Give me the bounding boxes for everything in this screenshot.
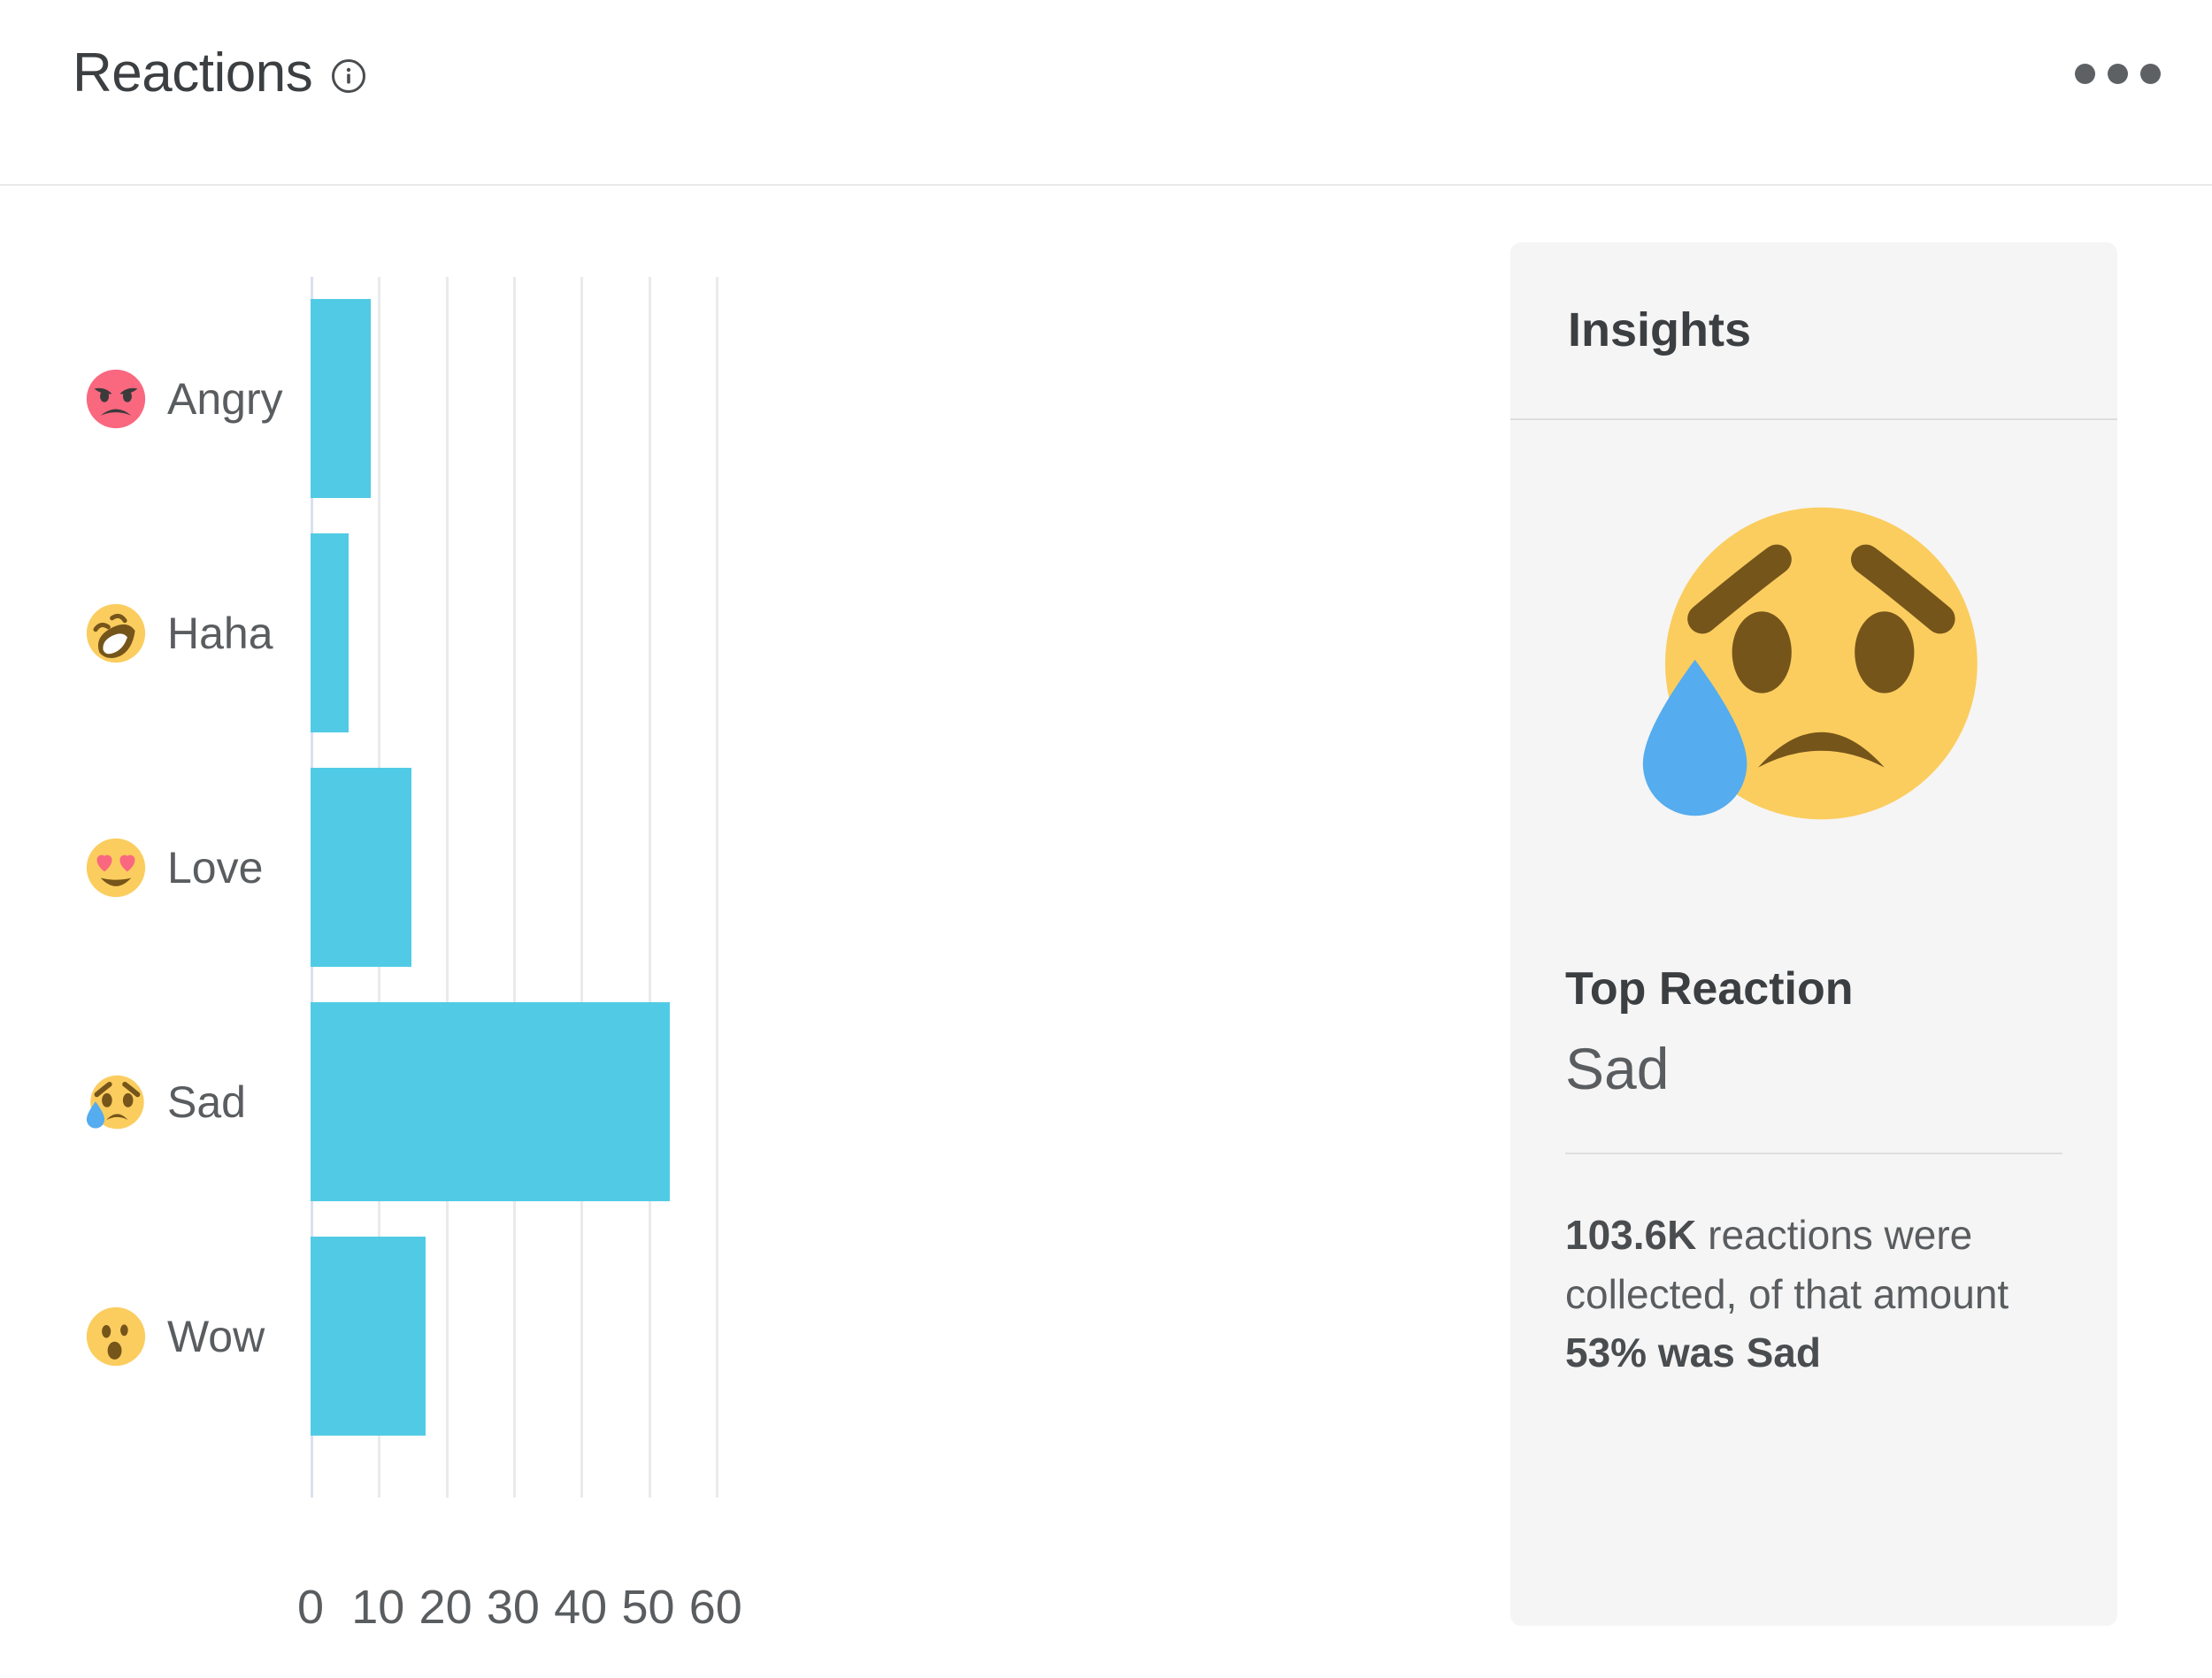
bar-sad[interactable]	[311, 1002, 670, 1201]
top-reaction-value: Sad	[1565, 1036, 1670, 1102]
insights-summary-count: 103.6K	[1565, 1212, 1697, 1259]
bar-row	[311, 299, 1397, 498]
insights-summary-highlight: 53% was Sad	[1565, 1329, 1821, 1376]
bar-row	[311, 1237, 1397, 1436]
top-reaction-label: Top Reaction	[1565, 963, 1854, 1015]
x-tick-label: 30	[486, 1581, 540, 1634]
insights-body: Top Reaction Sad 103.6K reactions were c…	[1510, 478, 2117, 1383]
x-tick-label: 10	[351, 1581, 405, 1634]
emoji-wrap	[84, 836, 148, 900]
y-label-haha: Haha	[84, 598, 273, 669]
y-label-text: Haha	[167, 608, 273, 658]
bar-haha[interactable]	[311, 533, 349, 732]
kebab-dot-3	[2140, 64, 2161, 84]
x-tick-label: 40	[554, 1581, 608, 1634]
y-label-love: Love	[84, 832, 263, 903]
bar-love[interactable]	[311, 768, 411, 967]
insights-panel: Insights Top Reaction Sad 103.6K reactio…	[1510, 242, 2117, 1626]
bar-angry[interactable]	[311, 299, 371, 498]
info-icon[interactable]	[332, 59, 366, 93]
bar-row	[311, 533, 1397, 732]
kebab-menu-icon[interactable]	[2075, 64, 2161, 84]
sad-face-emoji	[86, 1075, 144, 1129]
y-label-text: Wow	[167, 1311, 265, 1361]
bar-row	[311, 768, 1397, 967]
y-label-text: Sad	[167, 1077, 246, 1127]
x-axis-tick-labels: 0 10 20 30 40 50 60	[297, 1580, 1397, 1642]
heart-eyes-emoji	[86, 838, 146, 897]
y-label-angry: Angry	[84, 364, 283, 434]
insights-header: Insights	[1510, 242, 2117, 420]
card-header: Reactions	[0, 0, 2212, 186]
rofl-face-emoji	[86, 603, 146, 663]
kebab-dot-2	[2108, 64, 2128, 84]
emoji-wrap	[84, 1305, 148, 1368]
kebab-dot-1	[2075, 64, 2095, 84]
angry-face-emoji	[86, 369, 146, 428]
emoji-wrap	[84, 1070, 148, 1134]
header-title-wrap: Reactions	[73, 42, 366, 103]
y-label-text: Love	[167, 842, 264, 893]
insights-divider	[1565, 1153, 2062, 1155]
x-tick-label: 20	[419, 1581, 472, 1634]
wow-face-emoji	[86, 1306, 146, 1366]
bar-wow[interactable]	[311, 1237, 426, 1436]
insights-title: Insights	[1568, 303, 1752, 356]
bar-row	[311, 1002, 1397, 1201]
x-tick-label: 0	[296, 1581, 325, 1634]
x-tick-label: 50	[621, 1581, 675, 1634]
reactions-bar-chart: 0 10 20 30 40 50 60 Angry Haha Love Sad Wow	[0, 186, 1504, 1678]
y-label-text: Angry	[167, 373, 283, 424]
y-label-wow: Wow	[84, 1301, 265, 1372]
x-tick-label: 60	[688, 1581, 742, 1634]
emoji-wrap	[84, 367, 148, 431]
reactions-card: Reactions 0 10 20 30 40 50 60 Angry Haha…	[0, 0, 2212, 1678]
insights-summary: 103.6K reactions were collected, of that…	[1565, 1206, 2062, 1383]
chart-plot-area	[311, 277, 1397, 1498]
emoji-wrap	[84, 601, 148, 665]
sad-face-emoji	[1642, 507, 1978, 820]
y-label-sad: Sad	[84, 1067, 246, 1138]
page-title: Reactions	[73, 42, 313, 103]
